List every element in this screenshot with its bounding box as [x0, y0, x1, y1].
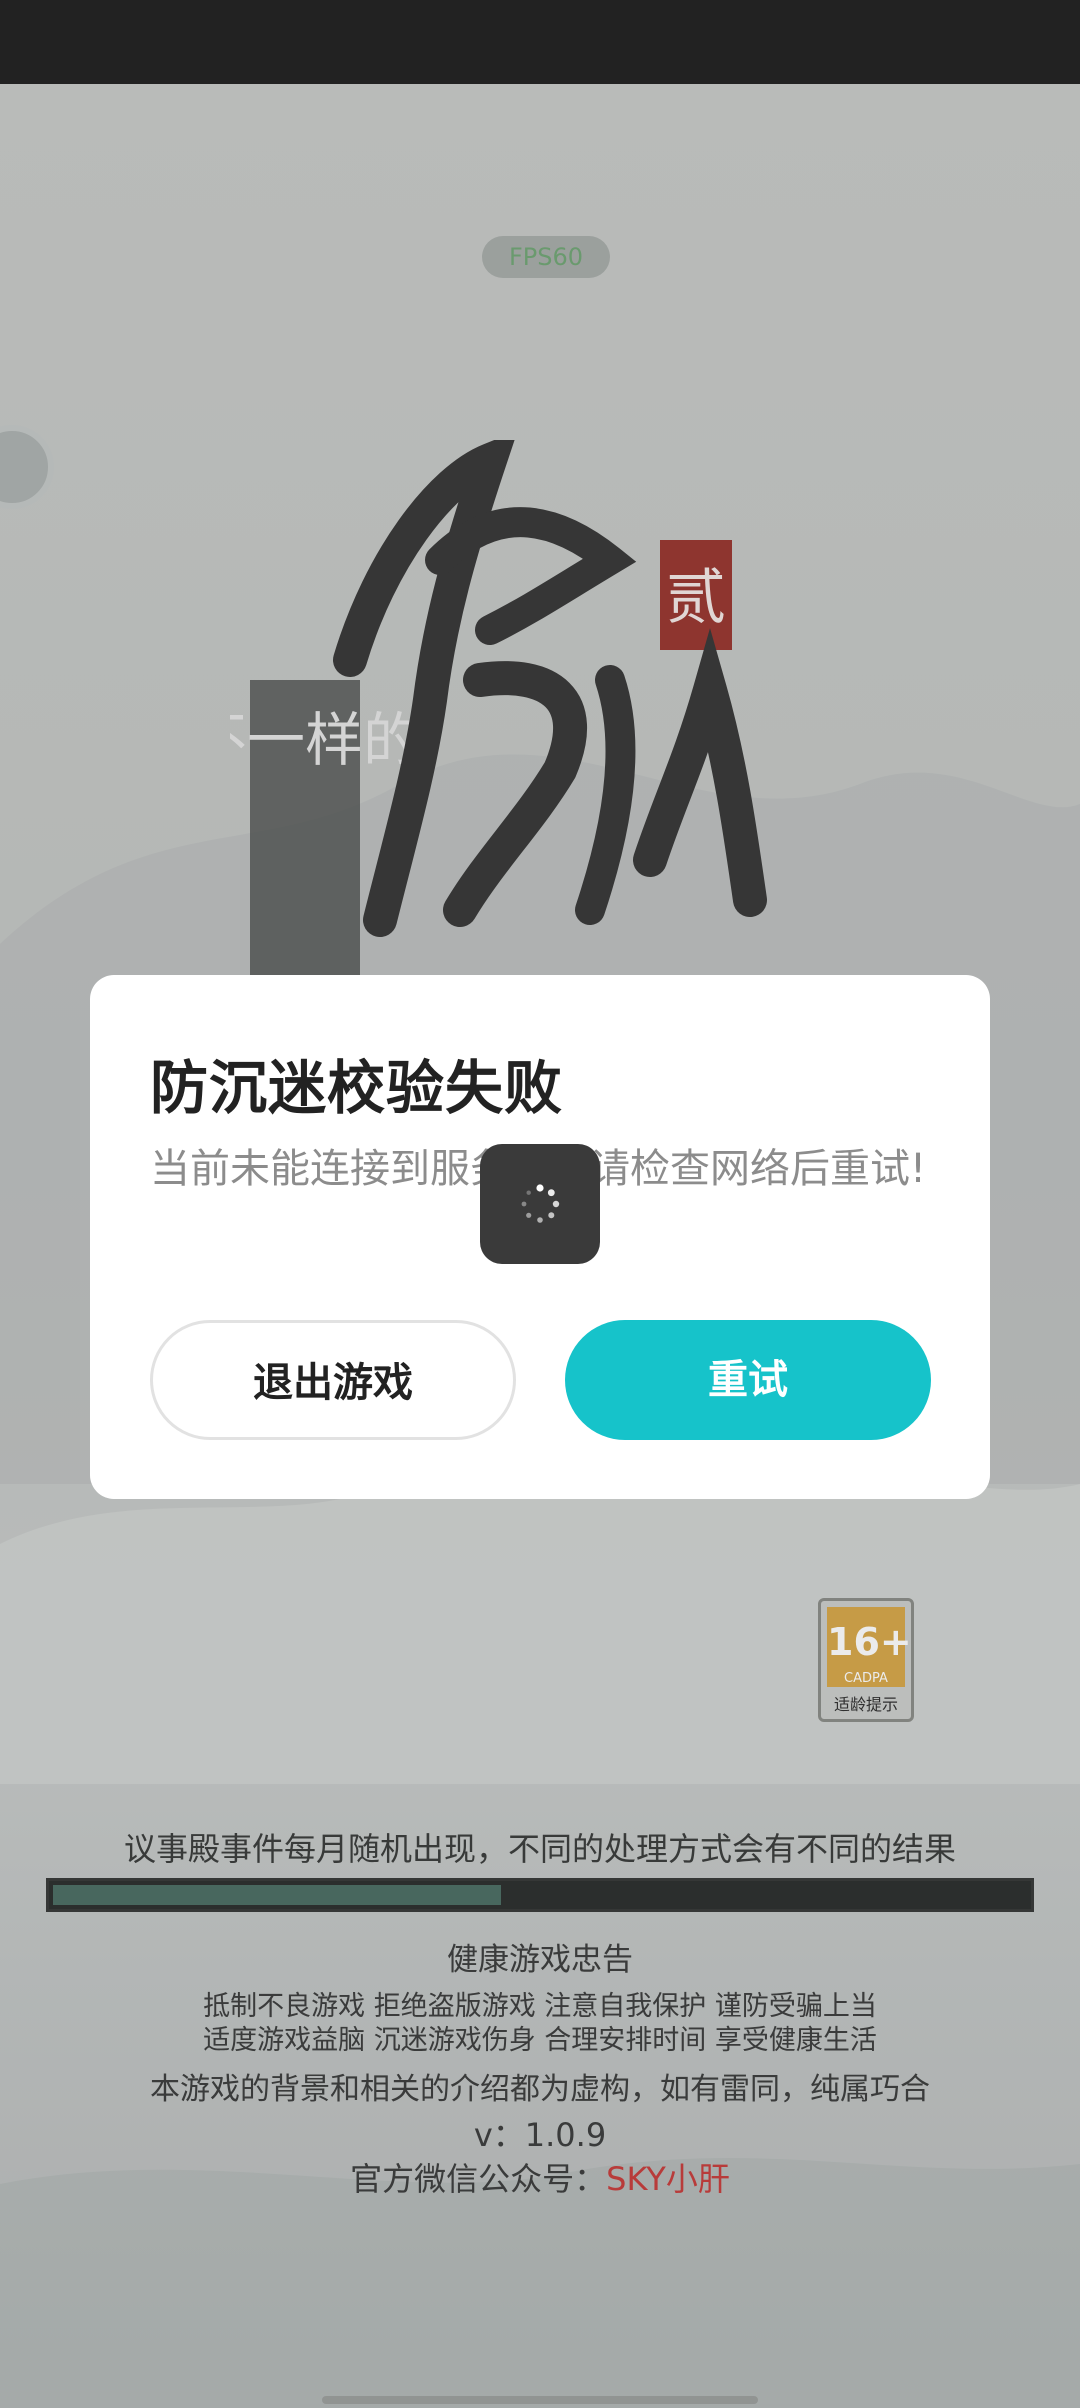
retry-button[interactable]: 重试	[565, 1320, 931, 1440]
quit-game-button[interactable]: 退出游戏	[150, 1320, 516, 1440]
loading-spinner	[480, 1144, 600, 1264]
dialog-title: 防沉迷校验失败	[150, 1054, 564, 1122]
screen: FPS60 不一样的 贰 16+ CADPA 适龄提示 议事殿事件每月随机出现，…	[0, 0, 1080, 2408]
spinner-icon	[521, 1184, 560, 1223]
